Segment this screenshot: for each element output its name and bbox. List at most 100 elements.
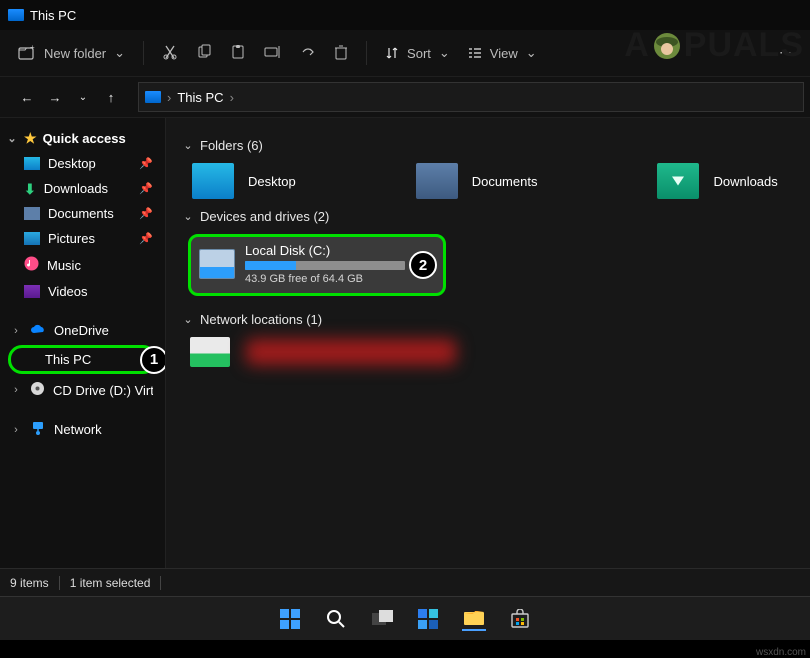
svg-text:+: + xyxy=(30,45,35,52)
sidebar-item-documents[interactable]: Documents 📌 xyxy=(4,201,161,226)
folder-label: Documents xyxy=(472,174,538,189)
start-button[interactable] xyxy=(278,607,302,631)
annotation-badge-2: 2 xyxy=(409,251,437,279)
this-pc-icon xyxy=(8,9,24,21)
sidebar-item-downloads[interactable]: ⬇ Downloads 📌 xyxy=(4,176,161,201)
pin-icon: 📌 xyxy=(139,182,153,195)
new-folder-label: New folder xyxy=(44,46,106,61)
annotation-badge-1: 1 xyxy=(140,346,166,374)
share-icon[interactable] xyxy=(300,44,316,63)
address-bar[interactable]: › This PC › xyxy=(138,82,804,112)
sidebar-item-label: This PC xyxy=(45,352,91,367)
folder-desktop[interactable]: Desktop xyxy=(192,163,296,199)
downloads-icon: ⬇ xyxy=(24,182,36,196)
breadcrumb-root[interactable]: This PC xyxy=(177,90,223,105)
drive-local-disk-c[interactable]: Local Disk (C:) 43.9 GB free of 64.4 GB … xyxy=(188,234,446,296)
drive-name: Local Disk (C:) xyxy=(245,243,433,258)
chevron-right-icon: › xyxy=(10,424,22,436)
sidebar-item-label: Network xyxy=(54,422,102,437)
quick-access-header[interactable]: ⌄ ★ Quick access xyxy=(4,126,161,151)
chevron-right-icon: › xyxy=(10,384,22,396)
paste-icon[interactable] xyxy=(230,44,246,63)
section-drives[interactable]: ⌄ Devices and drives (2) xyxy=(182,209,794,224)
sidebar-item-desktop[interactable]: Desktop 📌 xyxy=(4,151,161,176)
widgets-icon[interactable] xyxy=(416,607,440,631)
up-button[interactable]: ↑ xyxy=(100,90,122,105)
rename-icon[interactable] xyxy=(264,44,282,63)
pin-icon: 📌 xyxy=(139,207,153,220)
chevron-down-icon: ⌄ xyxy=(182,313,194,326)
sidebar-item-music[interactable]: Music xyxy=(4,251,161,279)
sidebar-item-cd-drive[interactable]: › CD Drive (D:) Virtual xyxy=(4,376,161,404)
desktop-folder-icon xyxy=(192,163,234,199)
chevron-down-icon: ⌄ xyxy=(182,139,194,152)
view-button[interactable]: View ⌄ xyxy=(468,45,537,61)
new-folder-button[interactable]: + New folder ⌄ xyxy=(18,45,125,61)
sidebar-item-this-pc[interactable]: This PC 1 xyxy=(8,345,157,374)
folder-downloads[interactable]: Downloads xyxy=(657,163,777,199)
status-items-count: 9 items xyxy=(10,576,49,590)
breadcrumb-separator: › xyxy=(230,90,234,105)
navigation-sidebar: ⌄ ★ Quick access Desktop 📌 ⬇ Downloads 📌… xyxy=(0,118,166,568)
new-folder-icon: + xyxy=(18,45,36,61)
redacted-label xyxy=(246,339,456,365)
chevron-down-icon: ⌄ xyxy=(439,45,450,61)
section-label: Devices and drives (2) xyxy=(200,209,329,224)
chevron-right-icon: › xyxy=(10,325,22,337)
status-separator xyxy=(59,576,60,590)
source-watermark: wsxdn.com xyxy=(756,647,806,658)
delete-icon[interactable] xyxy=(334,44,348,63)
disc-icon xyxy=(30,381,45,399)
microsoft-store-icon[interactable] xyxy=(508,607,532,631)
copy-icon[interactable] xyxy=(196,44,212,63)
chevron-down-icon: ⌄ xyxy=(182,210,194,223)
pin-icon: 📌 xyxy=(139,232,153,245)
drive-capacity-bar xyxy=(245,261,405,270)
folder-label: Desktop xyxy=(248,174,296,189)
search-icon[interactable] xyxy=(324,607,348,631)
drive-icon xyxy=(199,249,235,279)
downloads-folder-icon xyxy=(657,163,699,199)
folder-documents[interactable]: Documents xyxy=(416,163,538,199)
file-explorer-icon[interactable] xyxy=(462,607,486,631)
sidebar-item-label: Pictures xyxy=(48,231,95,246)
sort-button[interactable]: Sort ⌄ xyxy=(385,45,450,61)
toolbar-separator xyxy=(143,41,144,65)
section-network-locations[interactable]: ⌄ Network locations (1) xyxy=(182,312,794,327)
breadcrumb-separator: › xyxy=(167,90,171,105)
back-button[interactable]: ← xyxy=(16,90,38,105)
network-location-item[interactable] xyxy=(190,337,794,367)
sidebar-item-onedrive[interactable]: › OneDrive xyxy=(4,318,161,343)
window-title: This PC xyxy=(30,8,76,23)
pin-icon: 📌 xyxy=(139,157,153,170)
sidebar-item-pictures[interactable]: Pictures 📌 xyxy=(4,226,161,251)
sidebar-item-label: Desktop xyxy=(48,156,96,171)
task-view-icon[interactable] xyxy=(370,607,394,631)
desktop-icon xyxy=(24,157,40,170)
cut-icon[interactable] xyxy=(162,44,178,63)
folder-label: Downloads xyxy=(713,174,777,189)
status-bar: 9 items 1 item selected xyxy=(0,568,810,596)
view-icon xyxy=(468,46,482,60)
network-icon xyxy=(30,421,46,438)
sidebar-item-videos[interactable]: Videos xyxy=(4,279,161,304)
sidebar-item-label: Documents xyxy=(48,206,114,221)
sidebar-item-network[interactable]: › Network xyxy=(4,416,161,443)
taskbar[interactable] xyxy=(0,596,810,640)
main-content: ⌄ Folders (6) Desktop Documents Download… xyxy=(166,118,810,568)
sidebar-item-label: Music xyxy=(47,258,81,273)
section-folders[interactable]: ⌄ Folders (6) xyxy=(182,138,794,153)
drive-free-text: 43.9 GB free of 64.4 GB xyxy=(245,273,433,285)
music-icon xyxy=(24,256,39,274)
forward-button[interactable]: → xyxy=(44,90,66,105)
chevron-down-icon: ⌄ xyxy=(114,45,125,61)
network-drive-icon xyxy=(190,337,230,367)
navigation-bar: ← → ⌄ ↑ › This PC › xyxy=(0,76,810,118)
view-label: View xyxy=(490,46,518,61)
quick-access-label: Quick access xyxy=(43,131,126,146)
recent-chevron-icon[interactable]: ⌄ xyxy=(72,92,94,103)
sidebar-item-label: Downloads xyxy=(44,181,108,196)
chevron-down-icon: ⌄ xyxy=(526,45,537,61)
pictures-icon xyxy=(24,232,40,245)
this-pc-icon xyxy=(145,91,161,103)
